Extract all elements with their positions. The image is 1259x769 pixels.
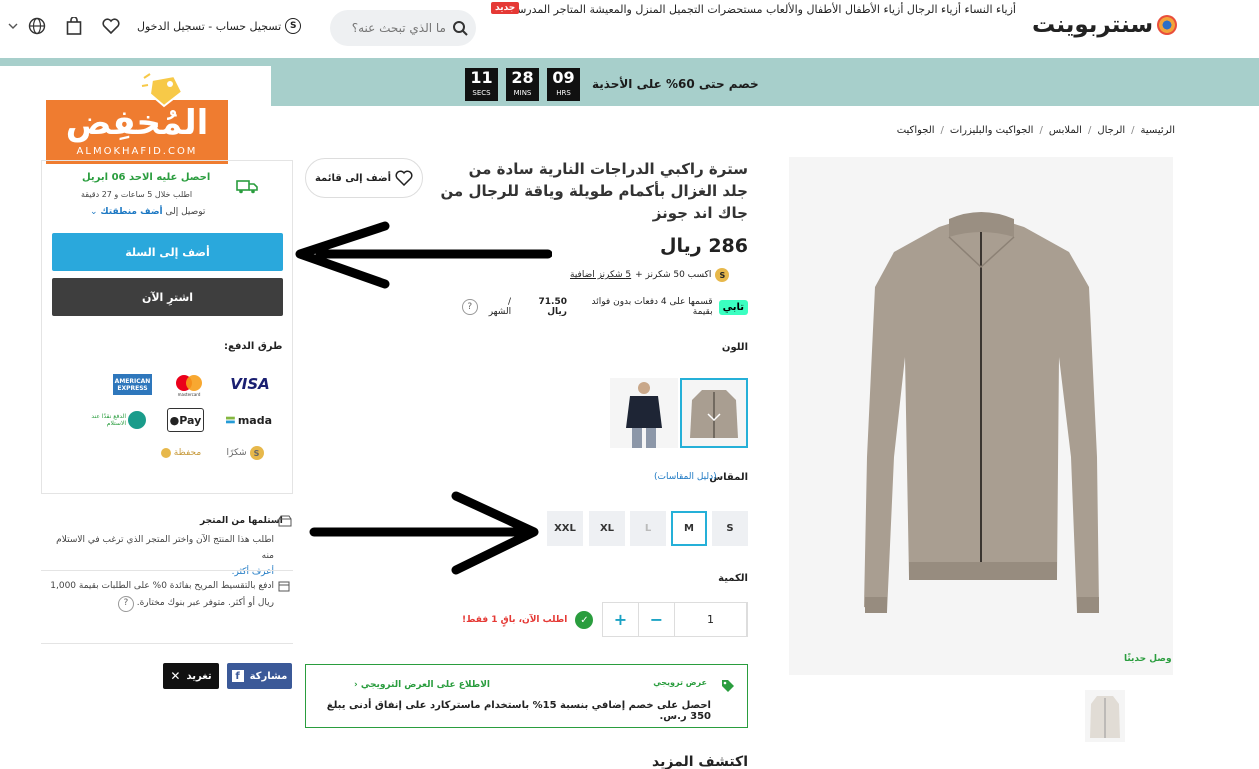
calendar-icon (278, 581, 290, 592)
visa-logo: VISA (230, 375, 270, 393)
price-tag-icon (141, 73, 184, 108)
watermark-logo: المُخفِض ALMOKHAFID.COM (46, 100, 228, 164)
right-arrow-annotation (309, 491, 539, 575)
amex-logo: AMERICAN EXPRESS (113, 374, 152, 395)
chevron-down-icon: ⌄ (90, 207, 98, 217)
apple-pay-logo: ● Pay (167, 408, 204, 432)
add-to-cart-button[interactable]: أضف إلى السلة (52, 233, 283, 271)
wallet-coin-icon (160, 448, 171, 458)
product-title: سترة راكبي الدراجات النارية سادة من جلد … (440, 160, 748, 222)
help-icon[interactable]: ? (461, 299, 478, 315)
search-input[interactable] (346, 21, 446, 35)
breadcrumb-item[interactable]: الرجال (1097, 125, 1125, 136)
cash-icon (128, 411, 146, 429)
payment-methods-title: طرق الدفع: (224, 341, 283, 352)
shukran-icon: S (285, 18, 302, 34)
increment-button[interactable]: + (603, 603, 639, 636)
installment-info: ادفع بالتقسيط المريح بفائدة 0% على الطلب… (50, 578, 274, 612)
timer-hours: 09 HRS (547, 68, 580, 101)
site-logo[interactable]: سنتربوينت (1032, 12, 1178, 38)
search-icon[interactable] (452, 20, 468, 36)
size-option-l[interactable]: L (630, 511, 666, 546)
delivery-date: احصل عليه الاحد 06 ابريل (82, 172, 211, 183)
size-option-m[interactable]: M (671, 511, 707, 546)
product-main-image[interactable] (789, 157, 1173, 675)
delivery-countdown: اطلب خلال 5 ساعات و 27 دقيقة (81, 190, 193, 199)
shukran-earn: S اكسب 50 شكرنز + 5 شكرنز اضافية (570, 268, 730, 282)
signin-link[interactable]: S تسجيل حساب - تسجيل الدخول (137, 18, 302, 34)
quantity-value[interactable]: 1 (675, 603, 747, 636)
add-area-link[interactable]: أضف منطقتك (100, 207, 162, 217)
tabby-logo: تابي (718, 299, 748, 315)
gallery-thumbnail[interactable] (1085, 690, 1125, 742)
left-arrow-annotation (295, 221, 552, 289)
cash-on-delivery-logo: الدفع نقدًا عند الاستلام (86, 407, 146, 433)
wallet-pay-logo: محفظة (156, 445, 206, 461)
store-pickup-desc: اطلب هذا المنتج الآن واختر المتجر الذي ت… (56, 535, 274, 577)
size-option-xxl[interactable]: XXL (547, 511, 583, 546)
store-icon (278, 515, 292, 527)
divider (41, 643, 293, 644)
store-pickup-title: استلمها من المتجر (200, 516, 283, 526)
timer-minutes: 28 MINS (506, 68, 539, 101)
new-arrival-tag: وصل حديثًا (1124, 654, 1172, 664)
size-option-xl[interactable]: XL (589, 511, 625, 546)
quantity-stepper: + − 1 (602, 602, 748, 637)
logo-mark-icon (1157, 15, 1178, 35)
category-nav[interactable]: أزياء النساء أزياء الرجال أزياء الأطفال … (511, 3, 1016, 16)
size-option-s[interactable]: S (712, 511, 748, 546)
facebook-share-button[interactable]: f مشاركة (227, 663, 292, 689)
x-icon: ✕ (170, 669, 181, 683)
decrement-button[interactable]: − (639, 603, 675, 636)
heart-icon (395, 170, 413, 186)
check-circle-icon: ✓ (575, 611, 594, 629)
new-badge: جديد (491, 2, 520, 14)
shukran-coin-icon: S (715, 268, 730, 282)
color-swatch-navy[interactable] (610, 378, 678, 448)
size-guide-link[interactable]: (دليل المقاسات) (654, 472, 717, 482)
chevron-down-icon[interactable] (6, 15, 20, 37)
wishlist-heart-icon[interactable] (100, 15, 122, 37)
add-to-wishlist-button[interactable]: أضف إلى قائمة (305, 158, 423, 198)
breadcrumb-item[interactable]: الرئيسية (1141, 125, 1175, 136)
color-label: اللون (721, 342, 748, 353)
learn-more-link[interactable]: أعرف أكثر. (232, 567, 274, 577)
breadcrumb-item[interactable]: الجواكيت والبليزرات (950, 125, 1034, 136)
shukran-pay-logo: S شكرًا (218, 445, 272, 461)
chevron-left-icon: ‹ (354, 680, 358, 690)
delivery-truck-icon (236, 180, 258, 194)
stock-warning: ✓ اطلب الآن، باقٍ 1 فقط! (462, 611, 594, 629)
mastercard-logo: mastercard (172, 372, 206, 398)
product-price: 286 ريال (660, 235, 748, 257)
search-bar[interactable] (330, 10, 476, 46)
apple-icon: ● (169, 413, 180, 427)
breadcrumb: الرئيسية / الرجال / الملابس / الجواكيت والب… (896, 125, 1175, 136)
jacket-image (864, 212, 1099, 613)
tag-icon (722, 680, 734, 692)
globe-icon[interactable] (26, 15, 48, 37)
divider (41, 570, 293, 571)
x-share-button[interactable]: ✕ تغريد (163, 663, 219, 689)
delivery-area: توصيل إلى أضف منطقتك ⌄ (90, 207, 206, 217)
color-swatch-beige[interactable] (680, 378, 748, 448)
breadcrumb-item[interactable]: الجواكيت (897, 125, 935, 136)
discover-more-heading: اكتشف المزيد (652, 754, 748, 769)
mada-logo: mada (226, 410, 272, 430)
cart-bag-icon[interactable] (63, 15, 85, 37)
view-offer-link[interactable]: الاطلاع على العرض الترويجي ‹ (354, 680, 490, 690)
promo-offer-box: عرض ترويجي الاطلاع على العرض الترويجي ‹ … (305, 664, 748, 728)
help-icon[interactable]: ? (117, 595, 134, 612)
buy-now-button[interactable]: اشترِ الآن (52, 278, 283, 316)
facebook-icon: f (231, 670, 244, 682)
promo-text[interactable]: خصم حتى 60% على الأحذية (592, 77, 759, 91)
breadcrumb-item[interactable]: الملابس (1049, 125, 1082, 136)
tabby-installments: تابي قسمها على 4 دفعات بدون فوائد بقيمة … (461, 297, 748, 317)
quantity-label: الكمية (718, 573, 748, 584)
timer-seconds: 11 SECS (465, 68, 498, 101)
